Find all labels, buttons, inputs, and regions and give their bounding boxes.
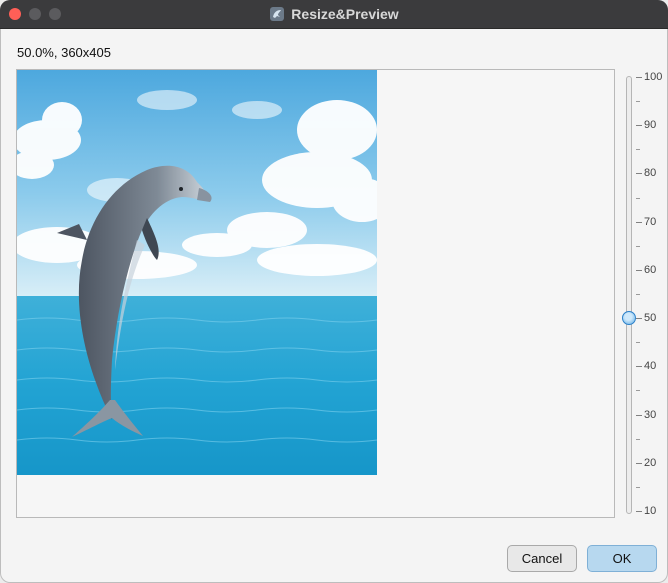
slider-minor-tick: [636, 294, 640, 295]
dolphin-app-icon: [270, 7, 285, 21]
slider-tick-label: 90: [644, 119, 657, 132]
slider-major-tick: [636, 318, 642, 320]
cancel-button[interactable]: Cancel: [507, 545, 577, 572]
slider-tick-label: 10: [644, 505, 657, 517]
slider-major-tick: [636, 366, 642, 368]
slider-minor-tick: [636, 245, 640, 247]
image-preview-pane: [16, 69, 615, 518]
slider-major-tick: [636, 269, 642, 271]
slider-major-tick: [636, 511, 642, 512]
slider-major-tick: [636, 77, 642, 78]
window-title: Resize&Preview: [291, 6, 399, 22]
title-wrap: Resize&Preview: [0, 0, 668, 28]
slider-minor-tick: [636, 149, 640, 151]
slider-minor-tick: [636, 101, 640, 103]
slider-minor-tick: [636, 390, 640, 392]
ok-button[interactable]: OK: [587, 545, 657, 572]
slider-tick-label: 100: [644, 71, 663, 83]
slider-major-tick: [636, 173, 642, 175]
slider-tick-label: 20: [644, 456, 657, 469]
titlebar: Resize&Preview: [0, 0, 668, 29]
slider-major-tick: [636, 125, 642, 127]
slider-thumb[interactable]: [622, 311, 636, 326]
slider-major-tick: [636, 462, 642, 464]
slider-major-tick: [636, 221, 642, 223]
slider-tick-label: 30: [644, 408, 657, 421]
zoom-slider[interactable]: 100 90 80 70 60 50 40 30 20 10: [612, 71, 668, 518]
slider-minor-tick: [636, 197, 640, 199]
dolphin-photo: [17, 70, 377, 475]
slider-tick-label: 80: [644, 167, 657, 180]
slider-tick-label: 50: [644, 312, 657, 325]
slider-minor-tick: [636, 438, 640, 440]
zoom-status-text: 50.0%, 360x405: [17, 45, 111, 60]
slider-minor-tick: [636, 342, 640, 344]
slider-tick-label: 40: [644, 360, 657, 373]
slider-tick-label: 70: [644, 215, 657, 228]
resize-preview-window: Resize&Preview 50.0%, 360x405 100 90 80 …: [0, 0, 668, 583]
slider-major-tick: [636, 414, 642, 416]
slider-tick-label: 60: [644, 263, 657, 276]
slider-minor-tick: [636, 486, 640, 488]
slider-track[interactable]: [626, 76, 632, 514]
